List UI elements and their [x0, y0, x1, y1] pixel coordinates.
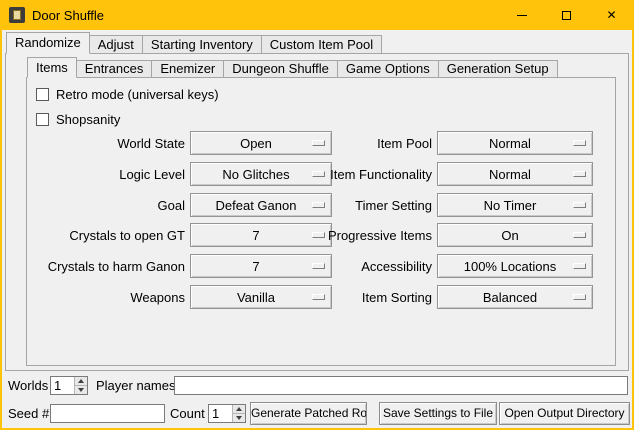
count-spinner[interactable]: 1: [208, 404, 246, 423]
titlebar: Door Shuffle ✕: [0, 0, 634, 30]
worlds-spinner-arrows: [74, 377, 87, 394]
item-pool-value: Normal: [489, 136, 541, 151]
item-functionality-label: Item Functionality: [242, 167, 432, 182]
close-icon: ✕: [606, 9, 616, 21]
app-icon: [9, 7, 25, 23]
item-functionality-value: Normal: [489, 167, 541, 182]
item-pool-dropdown[interactable]: Normal: [437, 131, 593, 155]
tab-custom-item-pool[interactable]: Custom Item Pool: [261, 35, 382, 53]
dropdown-indicator-icon: [573, 232, 586, 238]
worlds-label: Worlds: [8, 376, 48, 396]
dropdown-indicator-icon: [573, 140, 586, 146]
sub-tab-bar: Items Entrances Enemizer Dungeon Shuffle…: [27, 57, 557, 78]
item-sorting-value: Balanced: [483, 290, 547, 305]
spin-up-arrow-icon[interactable]: [233, 405, 245, 414]
logic-level-label: Logic Level: [32, 167, 185, 182]
open-output-directory-button[interactable]: Open Output Directory: [499, 402, 630, 425]
accessibility-label: Accessibility: [242, 259, 432, 274]
minimize-icon: [517, 15, 527, 16]
progressive-items-value: On: [501, 228, 528, 243]
dropdown-indicator-icon: [573, 294, 586, 300]
generate-patched-rom-button[interactable]: Generate Patched Rom: [250, 402, 367, 425]
spin-down-arrow-icon[interactable]: [233, 414, 245, 422]
retro-mode-checkbox[interactable]: [36, 88, 49, 101]
crystals-open-gt-label: Crystals to open GT: [32, 228, 185, 243]
timer-setting-label: Timer Setting: [242, 198, 432, 213]
accessibility-dropdown[interactable]: 100% Locations: [437, 254, 593, 278]
tab-generation-setup[interactable]: Generation Setup: [438, 60, 558, 77]
goal-label: Goal: [32, 198, 185, 213]
progressive-items-dropdown[interactable]: On: [437, 223, 593, 247]
worlds-spinner[interactable]: 1: [50, 376, 88, 395]
shopsanity-label: Shopsanity: [56, 112, 120, 127]
worlds-value[interactable]: 1: [51, 377, 74, 394]
timer-setting-dropdown[interactable]: No Timer: [437, 193, 593, 217]
window-controls: ✕: [499, 0, 634, 30]
tab-entrances[interactable]: Entrances: [76, 60, 153, 77]
window-title: Door Shuffle: [32, 8, 104, 23]
weapons-label: Weapons: [32, 290, 185, 305]
seed-input[interactable]: [50, 404, 165, 423]
tab-dungeon-shuffle[interactable]: Dungeon Shuffle: [223, 60, 338, 77]
tab-game-options[interactable]: Game Options: [337, 60, 439, 77]
tab-starting-inventory[interactable]: Starting Inventory: [142, 35, 262, 53]
world-state-label: World State: [32, 136, 185, 151]
dropdown-indicator-icon: [573, 263, 586, 269]
timer-setting-value: No Timer: [484, 198, 547, 213]
maximize-icon: [562, 11, 571, 20]
client-area: Randomize Adjust Starting Inventory Cust…: [2, 30, 632, 428]
count-value[interactable]: 1: [209, 405, 232, 422]
maximize-button[interactable]: [544, 0, 589, 30]
door-icon: [13, 10, 21, 20]
spin-down-arrow-icon[interactable]: [75, 386, 87, 394]
close-button[interactable]: ✕: [589, 0, 634, 30]
accessibility-value: 100% Locations: [464, 259, 567, 274]
seed-label: Seed #: [8, 404, 49, 424]
shopsanity-checkbox[interactable]: [36, 113, 49, 126]
minimize-button[interactable]: [499, 0, 544, 30]
dropdown-indicator-icon: [573, 202, 586, 208]
tab-enemizer[interactable]: Enemizer: [151, 60, 224, 77]
count-label: Count: [170, 404, 205, 424]
crystals-harm-ganon-label: Crystals to harm Ganon: [32, 259, 185, 274]
spin-up-arrow-icon[interactable]: [75, 377, 87, 386]
count-spinner-arrows: [232, 405, 245, 422]
dropdown-indicator-icon: [573, 171, 586, 177]
item-sorting-label: Item Sorting: [242, 290, 432, 305]
save-settings-button[interactable]: Save Settings to File: [379, 402, 497, 425]
player-names-label: Player names: [96, 376, 175, 396]
player-names-input[interactable]: [174, 376, 628, 395]
main-tab-bar: Randomize Adjust Starting Inventory Cust…: [6, 32, 381, 54]
shopsanity-row: Shopsanity: [36, 111, 120, 127]
progressive-items-label: Progressive Items: [242, 228, 432, 243]
tab-adjust[interactable]: Adjust: [89, 35, 143, 53]
item-functionality-dropdown[interactable]: Normal: [437, 162, 593, 186]
retro-mode-row: Retro mode (universal keys): [36, 86, 219, 102]
tab-randomize[interactable]: Randomize: [6, 32, 90, 54]
item-sorting-dropdown[interactable]: Balanced: [437, 285, 593, 309]
item-pool-label: Item Pool: [242, 136, 432, 151]
retro-mode-label: Retro mode (universal keys): [56, 87, 219, 102]
tab-items[interactable]: Items: [27, 57, 77, 78]
